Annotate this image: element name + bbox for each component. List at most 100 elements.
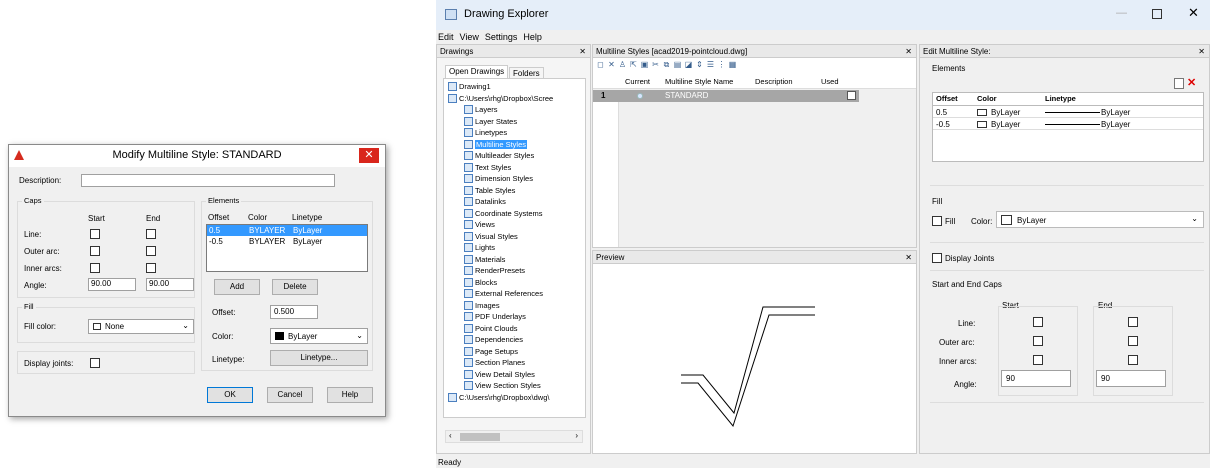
maximize-button[interactable] <box>1152 9 1162 19</box>
col-description[interactable]: Description <box>755 76 793 88</box>
display-joints-checkbox[interactable] <box>90 358 100 368</box>
color-select[interactable]: ByLayer ⌄ <box>270 328 368 344</box>
col-linetype[interactable]: Linetype <box>1045 93 1076 105</box>
purge-icon[interactable]: ♙ <box>618 60 627 69</box>
outer-start-checkbox[interactable] <box>90 246 100 256</box>
tree-drawing-node[interactable]: C:\Users\rhg\Dropbox\Scree <box>448 93 553 104</box>
copy-icon[interactable]: ⧉ <box>662 60 671 69</box>
table-row[interactable]: -0.5 ByLayer ByLayer <box>933 119 1203 130</box>
cut-icon[interactable]: ✂ <box>651 60 660 69</box>
line-start-checkbox[interactable] <box>90 229 100 239</box>
tree-item[interactable]: Layer States <box>464 116 517 127</box>
tree-item[interactable]: Text Styles <box>464 162 511 173</box>
tree-item[interactable]: Materials <box>464 254 505 265</box>
fill-checkbox[interactable] <box>932 216 942 226</box>
tab-folders[interactable]: Folders <box>509 67 544 78</box>
list-view-icon[interactable]: ⋮ <box>717 60 726 69</box>
tree-item[interactable]: Views <box>464 219 495 230</box>
save-icon[interactable]: ▣ <box>640 60 649 69</box>
angle-start-input[interactable]: 90.00 <box>88 278 136 291</box>
elements-row-selected[interactable]: 0.5 BYLAYER ByLayer <box>207 225 367 236</box>
minimize-button[interactable]: — <box>1116 7 1127 19</box>
inner-start-checkbox[interactable] <box>1033 355 1043 365</box>
tree-item[interactable]: Images <box>464 300 500 311</box>
linetype-button[interactable]: Linetype... <box>270 350 368 366</box>
scroll-left-icon[interactable]: ‹ <box>449 431 452 440</box>
menu-view[interactable]: View <box>460 32 479 42</box>
display-joints-checkbox[interactable] <box>932 253 942 263</box>
tree-drawing-node[interactable]: Drawing1 <box>448 81 491 92</box>
table-row[interactable]: 0.5 ByLayer ByLayer <box>933 107 1203 118</box>
new-element-icon[interactable] <box>1174 78 1184 89</box>
edit-fill-color-select[interactable]: ByLayer ⌄ <box>996 211 1204 228</box>
import-icon[interactable]: ⇱ <box>629 60 638 69</box>
tree-item[interactable]: View Section Styles <box>464 380 541 391</box>
col-style-name[interactable]: Multiline Style Name <box>665 76 733 88</box>
current-icon[interactable]: ◪ <box>684 60 693 69</box>
icons-view-icon[interactable]: ▦ <box>728 60 737 69</box>
line-start-checkbox[interactable] <box>1033 317 1043 327</box>
close-icon[interactable]: ✕ <box>905 251 912 264</box>
tree-item[interactable]: Lights <box>464 242 495 253</box>
delete-element-icon[interactable]: ✕ <box>1187 76 1196 89</box>
tree-item[interactable]: Section Planes <box>464 357 525 368</box>
col-current[interactable]: Current <box>625 76 650 88</box>
angle-start-input[interactable]: 90 <box>1001 370 1071 387</box>
tree-item[interactable]: Blocks <box>464 277 497 288</box>
tree-item[interactable]: Table Styles <box>464 185 515 196</box>
tree-item[interactable]: Dependencies <box>464 334 523 345</box>
outer-start-checkbox[interactable] <box>1033 336 1043 346</box>
inner-end-checkbox[interactable] <box>146 263 156 273</box>
col-color[interactable]: Color <box>977 93 997 105</box>
angle-end-input[interactable]: 90.00 <box>146 278 194 291</box>
ok-button[interactable]: OK <box>207 387 253 403</box>
dialog-close-button[interactable]: ✕ <box>359 148 379 163</box>
offset-input[interactable]: 0.500 <box>270 305 318 319</box>
tree-item[interactable]: Linetypes <box>464 127 507 138</box>
angle-end-input[interactable]: 90 <box>1096 370 1166 387</box>
tab-open-drawings[interactable]: Open Drawings <box>445 65 509 78</box>
line-end-checkbox[interactable] <box>1128 317 1138 327</box>
col-used[interactable]: Used <box>821 76 839 88</box>
help-button[interactable]: Help <box>327 387 373 403</box>
tree-drawing-node[interactable]: C:\Users\rhg\Dropbox\dwg\ <box>448 392 549 403</box>
close-icon[interactable]: ✕ <box>905 45 912 58</box>
delete-icon[interactable]: ✕ <box>607 60 616 69</box>
tree-item[interactable]: Page Setups <box>464 346 518 357</box>
menu-help[interactable]: Help <box>523 32 542 42</box>
inner-end-checkbox[interactable] <box>1128 355 1138 365</box>
menu-edit[interactable]: Edit <box>438 32 454 42</box>
elements-row[interactable]: -0.5 BYLAYER ByLayer <box>207 236 367 247</box>
table-row[interactable]: 1 STANDARD <box>593 90 859 102</box>
tree-item[interactable]: Dimension Styles <box>464 173 533 184</box>
new-icon[interactable]: ◻ <box>596 60 605 69</box>
used-checkbox[interactable] <box>847 91 856 100</box>
paste-icon[interactable]: ▤ <box>673 60 682 69</box>
tree-item[interactable]: Layers <box>464 104 498 115</box>
close-icon[interactable]: ✕ <box>1198 45 1205 58</box>
tree-item[interactable]: Visual Styles <box>464 231 518 242</box>
close-icon[interactable]: ✕ <box>579 45 586 58</box>
scroll-thumb[interactable] <box>460 433 500 441</box>
inner-start-checkbox[interactable] <box>90 263 100 273</box>
tree-item[interactable]: External References <box>464 288 543 299</box>
fill-color-select[interactable]: None ⌄ <box>88 319 194 334</box>
line-end-checkbox[interactable] <box>146 229 156 239</box>
tree-item[interactable]: View Detail Styles <box>464 369 535 380</box>
outer-end-checkbox[interactable] <box>146 246 156 256</box>
cancel-button[interactable]: Cancel <box>267 387 313 403</box>
tree-item[interactable]: Multiline Styles <box>464 139 528 150</box>
horizontal-scrollbar[interactable]: ‹ › <box>445 430 583 443</box>
current-radio[interactable] <box>637 93 643 99</box>
delete-button[interactable]: Delete <box>272 279 318 295</box>
sort-icon[interactable]: ⇕ <box>695 60 704 69</box>
add-button[interactable]: Add <box>214 279 260 295</box>
col-offset[interactable]: Offset <box>936 93 958 105</box>
outer-end-checkbox[interactable] <box>1128 336 1138 346</box>
elements-list[interactable]: 0.5 BYLAYER ByLayer -0.5 BYLAYER ByLayer <box>206 224 368 272</box>
tree-item[interactable]: Multileader Styles <box>464 150 534 161</box>
close-icon[interactable]: ✕ <box>1188 5 1199 21</box>
tree-item[interactable]: Datalinks <box>464 196 506 207</box>
tree-item[interactable]: Coordinate Systems <box>464 208 543 219</box>
description-input[interactable] <box>81 174 335 187</box>
